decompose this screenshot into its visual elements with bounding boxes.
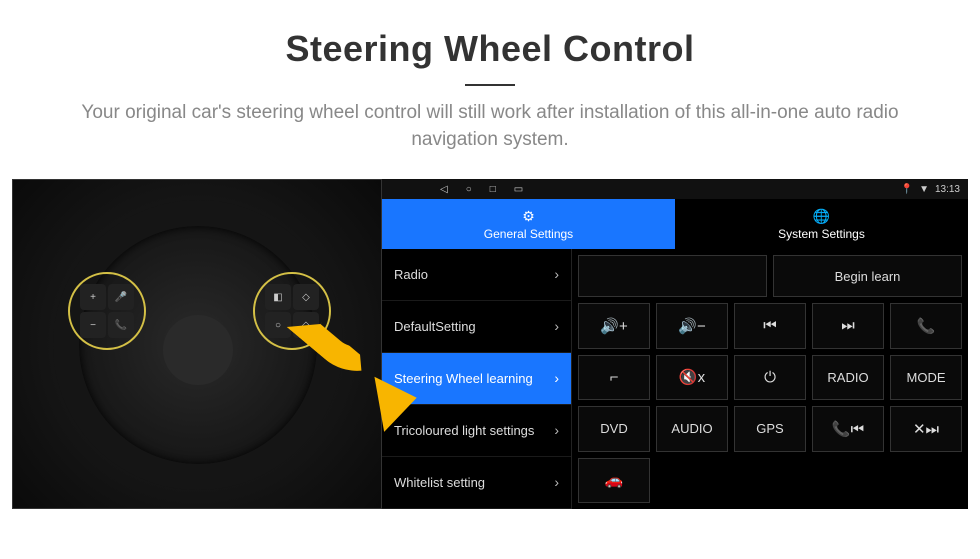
swc-dvd[interactable]: DVD	[578, 406, 650, 452]
swc-hangup[interactable]: ⌐	[578, 355, 650, 401]
location-icon: 📍	[901, 184, 913, 195]
swc-button-grid: 🔊+ 🔊− ⏮ ⏭ 📞 ⌐ 🔇x ⏻ RADIO MODE DVD AUDIO …	[578, 303, 962, 503]
chevron-right-icon: ›	[554, 266, 559, 283]
swc-call-prev[interactable]: 📞⏮	[812, 406, 884, 452]
swc-power[interactable]: ⏻	[734, 355, 806, 401]
learn-display	[578, 255, 767, 297]
app-icon[interactable]: ▭	[514, 184, 523, 195]
tab-label: System Settings	[778, 227, 865, 241]
chevron-right-icon: ›	[554, 422, 559, 439]
swc-next[interactable]: ⏭	[812, 303, 884, 349]
tab-system-settings[interactable]: 🌐 System Settings	[675, 199, 968, 249]
sidebar-item-default[interactable]: DefaultSetting ›	[382, 301, 571, 353]
back-icon[interactable]: ◁	[440, 184, 448, 195]
swc-gps[interactable]: GPS	[734, 406, 806, 452]
wifi-icon: ▼	[919, 184, 929, 195]
tab-label: General Settings	[484, 227, 573, 241]
swc-mute[interactable]: 🔇x	[656, 355, 728, 401]
title-divider	[465, 84, 515, 86]
chevron-right-icon: ›	[554, 318, 559, 335]
tab-general-settings[interactable]: ⚙ General Settings	[382, 199, 675, 249]
begin-learn-button[interactable]: Begin learn	[773, 255, 962, 297]
page-subtitle: Your original car's steering wheel contr…	[50, 100, 930, 153]
swc-vol-down[interactable]: 🔊−	[656, 303, 728, 349]
swc-car[interactable]: 🚗	[578, 458, 650, 504]
sidebar-item-whitelist[interactable]: Whitelist setting ›	[382, 457, 571, 509]
home-icon[interactable]: ○	[466, 184, 472, 195]
page-title: Steering Wheel Control	[40, 28, 940, 70]
chevron-right-icon: ›	[554, 474, 559, 491]
recent-icon[interactable]: □	[490, 184, 496, 195]
swc-mode[interactable]: MODE	[890, 355, 962, 401]
swc-vol-up[interactable]: 🔊+	[578, 303, 650, 349]
swc-radio[interactable]: RADIO	[812, 355, 884, 401]
chevron-right-icon: ›	[554, 370, 559, 387]
swc-prev[interactable]: ⏮	[734, 303, 806, 349]
head-unit-screen: ◁ ○ □ ▭ 📍 ▼ 13:13 ⚙ General Settings 🌐 S…	[382, 179, 968, 509]
swc-audio[interactable]: AUDIO	[656, 406, 728, 452]
sidebar-item-radio[interactable]: Radio ›	[382, 249, 571, 301]
wheel-buttons-left: +🎤 −📞	[68, 272, 146, 350]
android-status-bar: ◁ ○ □ ▭ 📍 ▼ 13:13	[382, 179, 968, 199]
swc-call-next[interactable]: ✕⏭	[890, 406, 962, 452]
steering-wheel-photo: +🎤 −📞 ◧◇ ○◇	[12, 179, 382, 509]
clock: 13:13	[935, 184, 960, 195]
swc-call[interactable]: 📞	[890, 303, 962, 349]
gear-icon: ⚙	[522, 208, 535, 225]
globe-icon: 🌐	[813, 208, 830, 225]
